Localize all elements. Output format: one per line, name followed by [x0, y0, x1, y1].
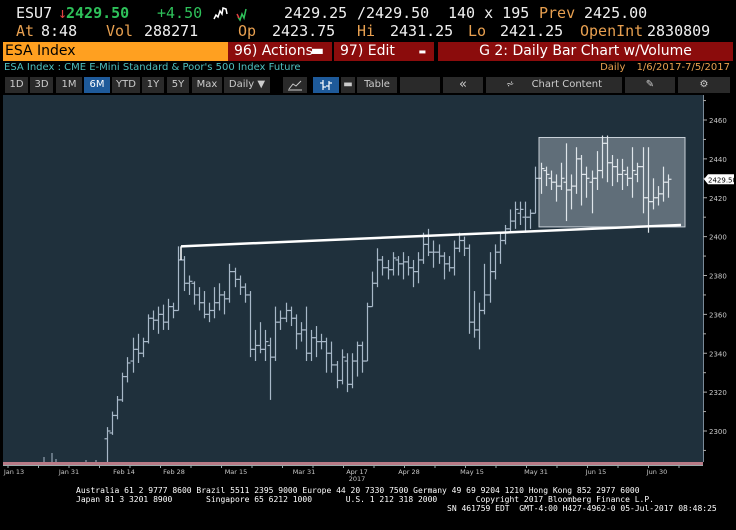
y-tick-label: 2360 — [709, 311, 727, 319]
y-tick-label: 2380 — [709, 273, 727, 281]
price-bar — [196, 287, 203, 311]
last-price-tag: 2429.50 — [704, 174, 736, 185]
price-bar — [369, 271, 376, 308]
x-tick-label: Apr 28 — [398, 468, 420, 476]
price-bar — [344, 353, 351, 393]
x-tick-label: Jun 30 — [646, 468, 668, 476]
price-bar — [257, 322, 264, 354]
price-bar — [502, 224, 509, 245]
volume-strip — [3, 462, 703, 465]
x-tick-label: Mar 31 — [293, 468, 316, 476]
footer-session-info: SN 461759 EDT GMT-4:00 H427-4962-0 05-Ju… — [447, 504, 717, 513]
price-bar — [379, 256, 386, 276]
price-bar — [461, 236, 468, 257]
price-bar — [181, 256, 188, 292]
y-tick-label: 2460 — [709, 117, 727, 125]
price-bar — [165, 298, 172, 330]
price-bar — [130, 337, 137, 373]
x-tick-label: Jan 13 — [3, 468, 24, 476]
price-bar — [390, 252, 397, 276]
price-bar — [206, 302, 213, 323]
price-bar — [216, 283, 223, 311]
price-bar — [527, 209, 534, 229]
price-bar — [405, 256, 412, 276]
price-bar — [492, 244, 499, 280]
x-tick-label: Jun 15 — [585, 468, 607, 476]
price-bar — [160, 304, 167, 330]
svg-text:2429.50: 2429.50 — [708, 176, 736, 184]
price-bar — [323, 337, 330, 373]
price-bar — [334, 361, 341, 389]
price-bar — [436, 244, 443, 264]
price-bar — [186, 275, 193, 295]
x-tick-label: Mar 15 — [225, 468, 248, 476]
price-bar — [298, 322, 305, 342]
price-bar — [277, 310, 284, 330]
price-bar — [420, 232, 427, 264]
price-bar — [354, 341, 361, 377]
price-bar — [247, 291, 254, 358]
price-bar — [339, 349, 346, 385]
price-bar — [155, 306, 162, 334]
price-bar — [451, 240, 458, 276]
trendline[interactable] — [180, 223, 682, 248]
price-bar — [221, 291, 228, 315]
price-bar — [242, 283, 249, 303]
price-bar — [466, 244, 473, 334]
price-bar — [237, 275, 244, 295]
price-bar — [359, 341, 366, 373]
price-bar — [288, 306, 295, 327]
price-bar — [532, 166, 539, 214]
price-bar — [328, 341, 335, 373]
price-bar — [364, 302, 371, 362]
x-tick-label: Feb 14 — [113, 468, 135, 476]
x-tick-label: May 31 — [524, 468, 548, 476]
price-bar — [283, 302, 290, 323]
price-bar — [395, 256, 402, 276]
price-bar — [232, 267, 239, 288]
x-tick-label: Feb 28 — [163, 468, 185, 476]
price-bar — [481, 263, 488, 315]
price-bar — [446, 256, 453, 272]
price-bar — [430, 240, 437, 268]
price-bar — [349, 353, 356, 389]
price-bar — [226, 263, 233, 303]
price-bar — [293, 314, 300, 350]
price-bar — [374, 248, 381, 288]
price-bar — [497, 232, 504, 264]
price-bar — [140, 337, 147, 358]
y-tick-label: 2440 — [709, 156, 727, 164]
price-bar — [272, 306, 279, 362]
y-tick-label: 2400 — [709, 234, 727, 242]
footer-contacts-line2: Japan 81 3 3201 8900 Singapore 65 6212 1… — [76, 495, 654, 504]
price-bar — [415, 252, 422, 284]
price-bar — [476, 302, 483, 350]
y-tick-label: 2340 — [709, 350, 727, 358]
price-bar — [135, 333, 142, 363]
x-tick-label: Jan 31 — [58, 468, 79, 476]
price-bar — [487, 252, 494, 303]
price-chart: 2300 2320 2340 2360 2380 2400 2420 2440 2460 2429… — [3, 95, 736, 483]
x-tick-label: May 15 — [460, 468, 484, 476]
price-bar — [517, 201, 524, 225]
y-tick-label: 2320 — [709, 389, 727, 397]
price-bar — [124, 357, 131, 383]
price-bar — [441, 252, 448, 280]
y-tick-label: 2300 — [709, 428, 727, 436]
price-bar — [308, 329, 315, 362]
y-tick-label: 2420 — [709, 195, 727, 203]
footer-contacts-line1: Australia 61 2 9777 8600 Brazil 5511 239… — [76, 486, 640, 495]
price-bar — [410, 259, 417, 288]
price-bar — [191, 281, 198, 305]
price-bar — [400, 252, 407, 280]
year-label: 2017 — [349, 475, 366, 483]
price-bar — [512, 201, 519, 229]
price-bar — [471, 291, 478, 338]
price-bar — [267, 337, 274, 400]
